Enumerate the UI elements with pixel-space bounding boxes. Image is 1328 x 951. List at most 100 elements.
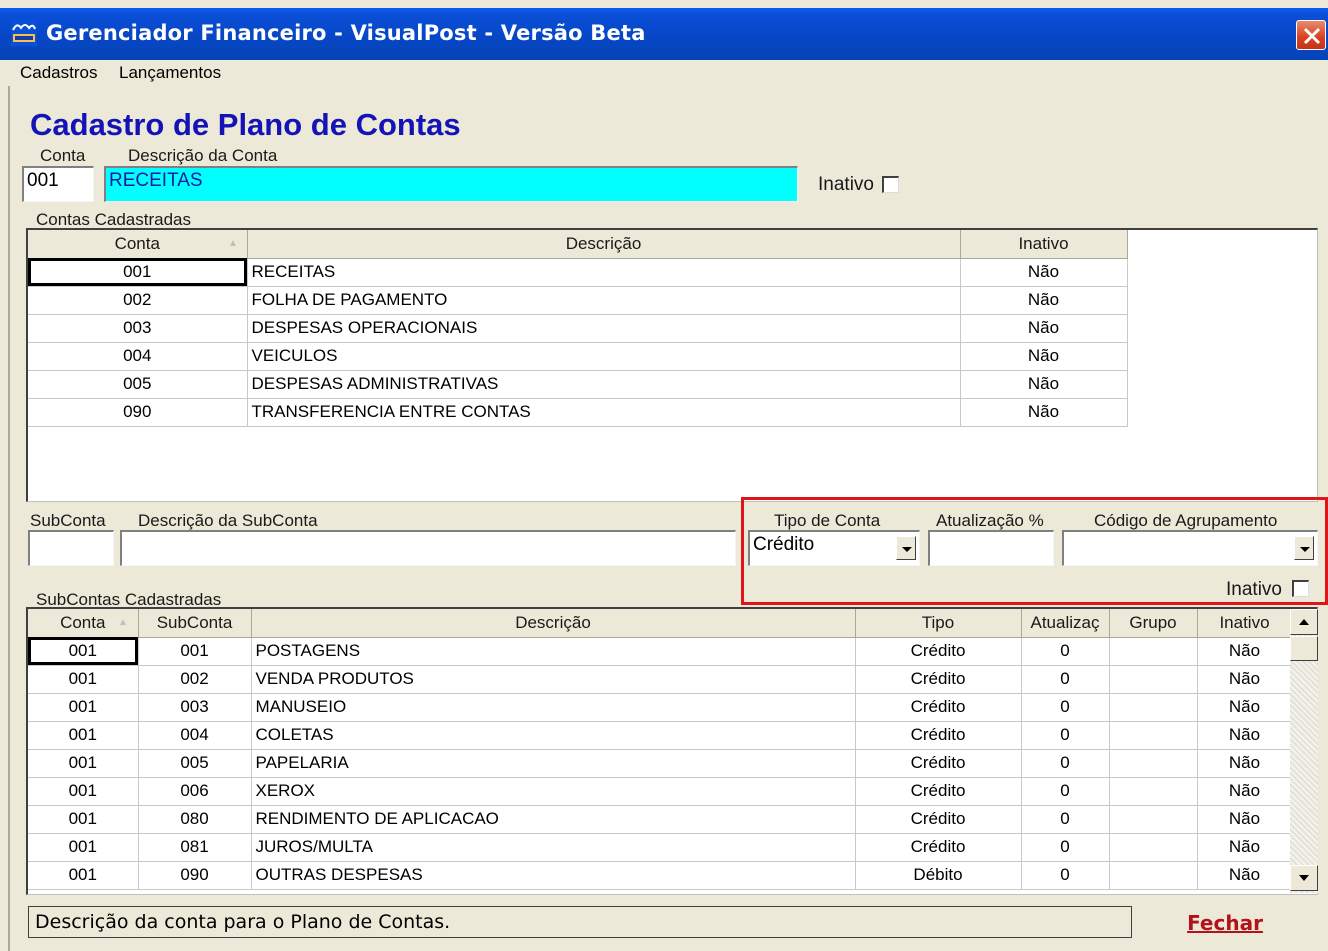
table-cell[interactable]: 001 (28, 258, 248, 287)
table-cell[interactable]: 001 (28, 693, 139, 722)
table-cell[interactable] (1109, 721, 1198, 750)
table-cell[interactable] (1109, 833, 1198, 862)
vertical-scrollbar[interactable] (1290, 609, 1318, 893)
table-cell[interactable]: Não (1197, 749, 1293, 778)
table-row[interactable]: 003 DESPESAS OPERACIONAIS Não (28, 314, 1128, 343)
table-cell[interactable]: Crédito (855, 665, 1022, 694)
table-cell[interactable]: 0 (1021, 833, 1110, 862)
table-cell[interactable]: COLETAS (251, 721, 856, 750)
table-row[interactable]: 001 RECEITAS Não (28, 258, 1128, 287)
table-cell[interactable]: 0 (1021, 777, 1110, 806)
table-cell[interactable]: Crédito (855, 749, 1022, 778)
table-cell[interactable]: Não (1197, 665, 1293, 694)
table-cell[interactable]: 0 (1021, 861, 1110, 890)
inativo-checkbox[interactable] (882, 176, 899, 193)
conta-input[interactable]: 001 (22, 166, 94, 202)
table-cell[interactable] (1109, 637, 1198, 666)
contas-grid[interactable]: Conta Descrição Inativo 001 RECEITAS Não 00… (26, 228, 1318, 502)
table-cell[interactable]: Débito (855, 861, 1022, 890)
table-cell[interactable]: 0 (1021, 693, 1110, 722)
subconta-input[interactable] (28, 530, 114, 566)
table-cell[interactable]: OUTRAS DESPESAS (251, 861, 856, 890)
scroll-up-button[interactable] (1290, 609, 1318, 635)
table-cell[interactable]: 002 (138, 665, 252, 694)
table-cell[interactable]: Não (960, 314, 1128, 343)
menu-cadastros[interactable]: Cadastros (20, 63, 97, 83)
table-cell[interactable]: Não (1197, 721, 1293, 750)
table-row[interactable]: 001 003 MANUSEIO Crédito 0 Não (28, 693, 1293, 722)
table-cell[interactable] (1109, 749, 1198, 778)
table-cell[interactable]: 005 (28, 370, 248, 399)
table-cell[interactable]: 001 (138, 637, 252, 666)
table-cell[interactable]: 001 (28, 777, 139, 806)
table-cell[interactable]: 001 (28, 665, 139, 694)
table-cell[interactable]: 001 (28, 749, 139, 778)
table-cell[interactable]: Não (960, 370, 1128, 399)
table-cell[interactable]: POSTAGENS (251, 637, 856, 666)
table-cell[interactable]: XEROX (251, 777, 856, 806)
table-cell[interactable]: 001 (28, 637, 139, 666)
table-cell[interactable] (1109, 665, 1198, 694)
table-cell[interactable]: Não (960, 342, 1128, 371)
table-cell[interactable]: 090 (28, 398, 248, 427)
table-cell[interactable] (1109, 777, 1198, 806)
table-cell[interactable]: MANUSEIO (251, 693, 856, 722)
table-cell[interactable]: Não (1197, 777, 1293, 806)
table-cell[interactable]: 0 (1021, 637, 1110, 666)
table-cell[interactable]: Crédito (855, 637, 1022, 666)
table-row[interactable]: 090 TRANSFERENCIA ENTRE CONTAS Não (28, 398, 1128, 427)
table-cell[interactable]: FOLHA DE PAGAMENTO (247, 286, 961, 315)
column-header[interactable]: Conta (28, 230, 248, 259)
table-cell[interactable]: DESPESAS OPERACIONAIS (247, 314, 961, 343)
table-cell[interactable]: VEICULOS (247, 342, 961, 371)
table-cell[interactable]: RENDIMENTO DE APLICACAO (251, 805, 856, 834)
table-cell[interactable]: 003 (28, 314, 248, 343)
table-row[interactable]: 001 090 OUTRAS DESPESAS Débito 0 Não (28, 861, 1293, 890)
table-cell[interactable]: Crédito (855, 777, 1022, 806)
table-cell[interactable]: RECEITAS (247, 258, 961, 287)
table-row[interactable]: 002 FOLHA DE PAGAMENTO Não (28, 286, 1128, 315)
table-row[interactable]: 001 001 POSTAGENS Crédito 0 Não (28, 637, 1293, 666)
table-cell[interactable]: DESPESAS ADMINISTRATIVAS (247, 370, 961, 399)
table-cell[interactable]: 004 (138, 721, 252, 750)
table-cell[interactable]: Não (960, 398, 1128, 427)
table-cell[interactable]: VENDA PRODUTOS (251, 665, 856, 694)
table-row[interactable]: 001 006 XEROX Crédito 0 Não (28, 777, 1293, 806)
table-cell[interactable]: 090 (138, 861, 252, 890)
close-button[interactable]: Fechar (1140, 904, 1310, 942)
scroll-down-button[interactable] (1290, 865, 1318, 891)
table-cell[interactable]: Não (960, 286, 1128, 315)
table-cell[interactable]: PAPELARIA (251, 749, 856, 778)
table-cell[interactable]: 001 (28, 721, 139, 750)
table-cell[interactable]: 081 (138, 833, 252, 862)
table-row[interactable]: 001 002 VENDA PRODUTOS Crédito 0 Não (28, 665, 1293, 694)
table-cell[interactable]: JUROS/MULTA (251, 833, 856, 862)
descricao-conta-input[interactable]: RECEITAS (104, 166, 798, 202)
table-cell[interactable]: 005 (138, 749, 252, 778)
descricao-subconta-input[interactable] (120, 530, 736, 566)
close-icon[interactable] (1296, 20, 1326, 50)
table-cell[interactable] (1109, 693, 1198, 722)
table-cell[interactable] (1109, 805, 1198, 834)
table-cell[interactable]: 001 (28, 805, 139, 834)
table-row[interactable]: 001 080 RENDIMENTO DE APLICACAO Crédito 0 Não (28, 805, 1293, 834)
table-cell[interactable]: Crédito (855, 833, 1022, 862)
table-row[interactable]: 005 DESPESAS ADMINISTRATIVAS Não (28, 370, 1128, 399)
table-cell[interactable]: Não (1197, 805, 1293, 834)
table-cell[interactable]: 006 (138, 777, 252, 806)
table-cell[interactable] (1109, 861, 1198, 890)
table-cell[interactable]: 001 (28, 861, 139, 890)
table-cell[interactable]: 0 (1021, 665, 1110, 694)
table-cell[interactable]: Crédito (855, 805, 1022, 834)
table-cell[interactable]: Crédito (855, 693, 1022, 722)
subcontas-grid[interactable]: Conta SubConta Descrição Tipo Atualizaç … (26, 607, 1318, 895)
table-cell[interactable]: Não (1197, 637, 1293, 666)
table-cell[interactable]: Não (1197, 693, 1293, 722)
table-cell[interactable]: Não (1197, 861, 1293, 890)
table-cell[interactable]: Crédito (855, 721, 1022, 750)
table-cell[interactable]: Não (960, 258, 1128, 287)
scroll-thumb[interactable] (1290, 636, 1318, 661)
table-cell[interactable]: 0 (1021, 749, 1110, 778)
table-cell[interactable]: 002 (28, 286, 248, 315)
table-cell[interactable]: 0 (1021, 721, 1110, 750)
